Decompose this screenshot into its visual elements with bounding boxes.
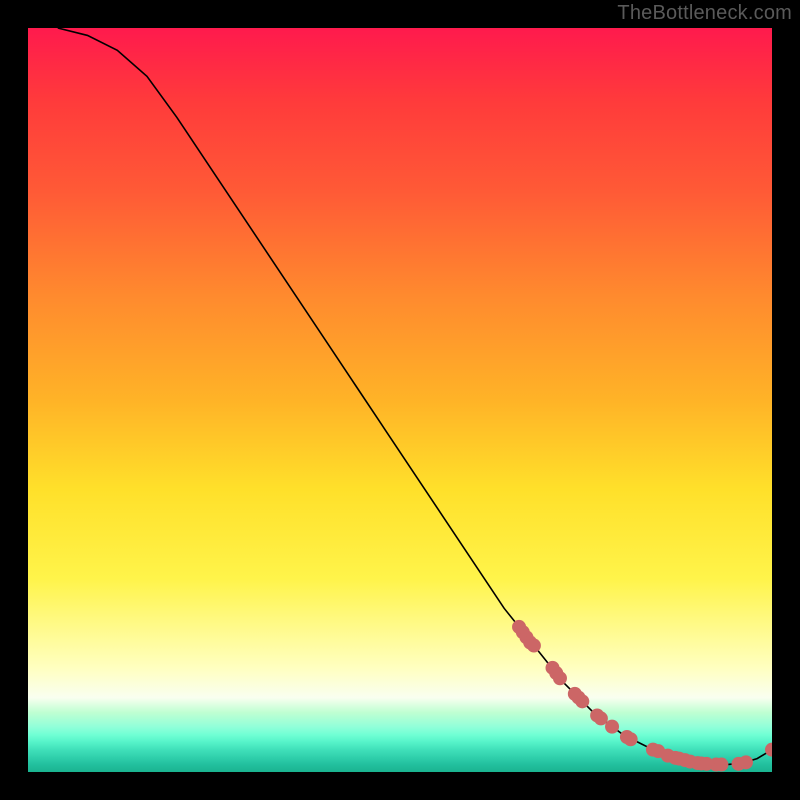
watermark-text: TheBottleneck.com (617, 2, 792, 25)
data-point (553, 671, 567, 685)
data-point (765, 743, 772, 757)
bottleneck-curve (58, 28, 772, 765)
data-point (714, 758, 728, 772)
data-point (624, 732, 638, 746)
chart-svg (28, 28, 772, 772)
chart-frame: TheBottleneck.com (0, 0, 800, 800)
data-point (575, 694, 589, 708)
data-markers (512, 620, 772, 772)
data-point (605, 720, 619, 734)
data-point (594, 711, 608, 725)
plot-area (28, 28, 772, 772)
data-point (527, 639, 541, 653)
data-point (739, 755, 753, 769)
